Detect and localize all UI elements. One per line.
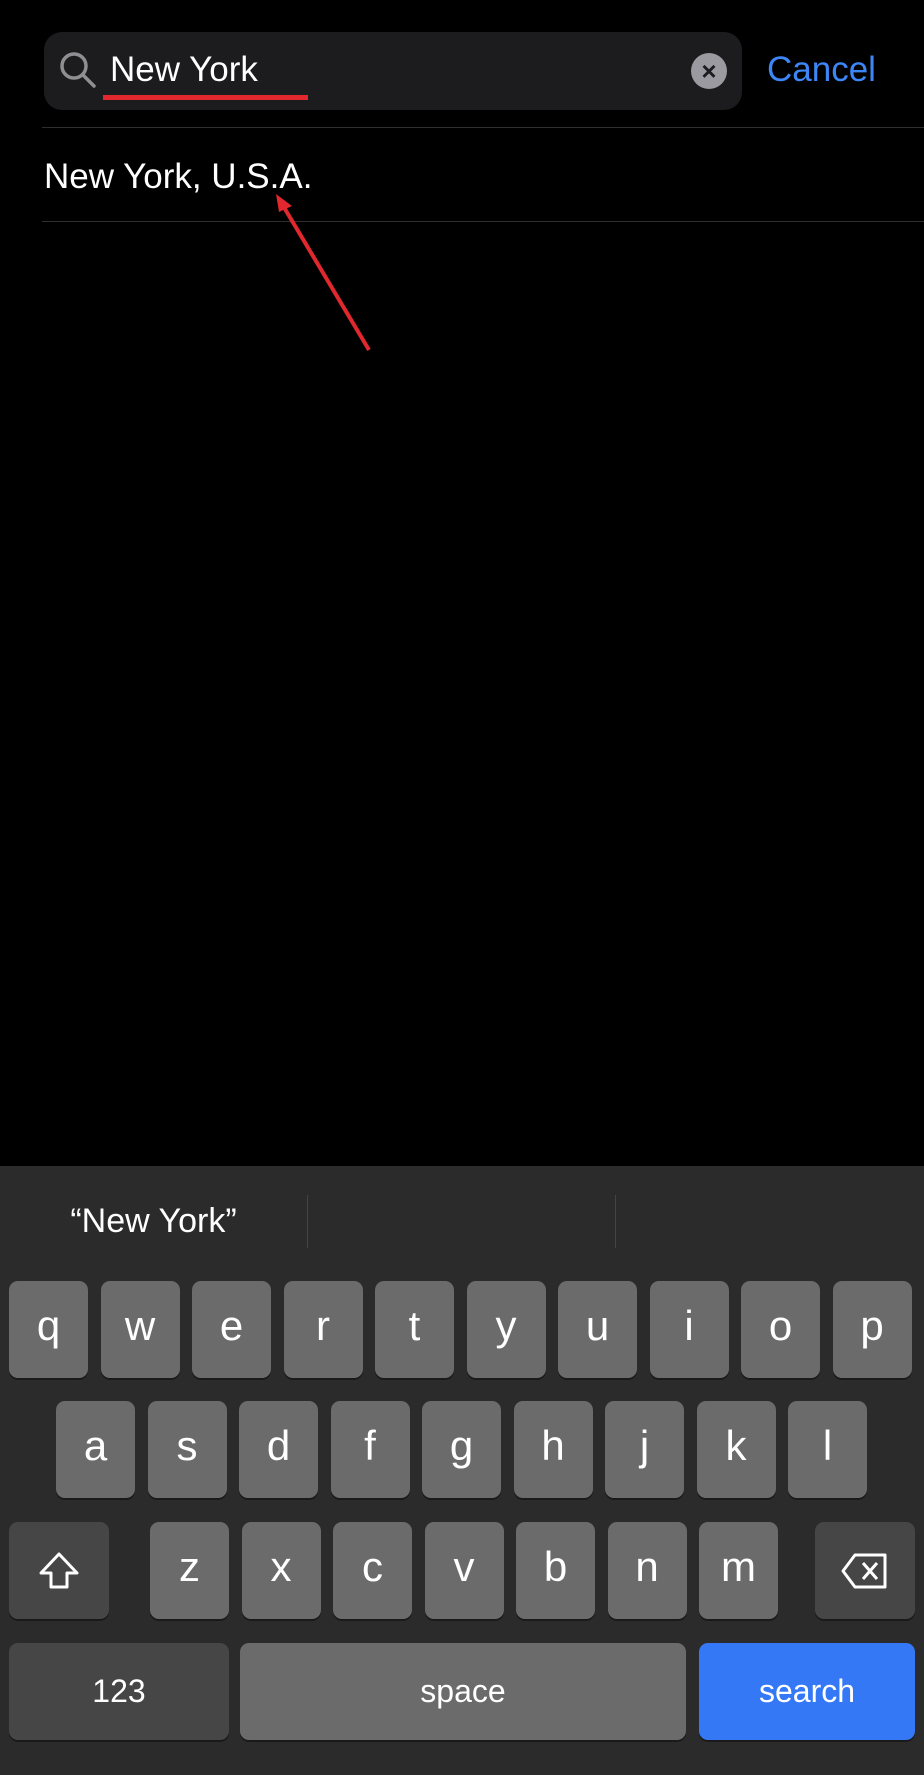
key-u[interactable]: u [558, 1281, 637, 1378]
key-t[interactable]: t [375, 1281, 454, 1378]
shift-icon [39, 1552, 79, 1589]
key-x[interactable]: x [241, 1522, 321, 1619]
search-key[interactable]: search [699, 1643, 915, 1740]
key-n[interactable]: n [607, 1522, 687, 1619]
key-d[interactable]: d [239, 1401, 318, 1498]
key-k[interactable]: k [696, 1401, 776, 1498]
key-i[interactable]: i [649, 1281, 729, 1378]
backspace-icon [841, 1553, 887, 1589]
key-v[interactable]: v [424, 1522, 504, 1619]
key-r[interactable]: r [283, 1281, 363, 1378]
key-l[interactable]: l [788, 1401, 867, 1498]
suggestion-divider [615, 1195, 616, 1248]
key-w[interactable]: w [100, 1281, 180, 1378]
key-a[interactable]: a [56, 1401, 135, 1498]
suggestion-divider [307, 1195, 308, 1248]
key-q[interactable]: q [9, 1281, 88, 1378]
key-b[interactable]: b [516, 1522, 595, 1619]
key-g[interactable]: g [422, 1401, 501, 1498]
shift-key[interactable] [9, 1522, 109, 1619]
key-j[interactable]: j [605, 1401, 684, 1498]
key-m[interactable]: m [699, 1522, 778, 1619]
annotation-arrow [276, 194, 371, 352]
key-p[interactable]: p [832, 1281, 912, 1378]
key-h[interactable]: h [513, 1401, 593, 1498]
space-key[interactable]: space [240, 1643, 686, 1740]
key-c[interactable]: c [333, 1522, 412, 1619]
key-f[interactable]: f [330, 1401, 410, 1498]
key-y[interactable]: y [466, 1281, 546, 1378]
predictive-suggestion[interactable]: “New York” [0, 1198, 307, 1244]
numbers-key[interactable]: 123 [9, 1643, 229, 1740]
delete-key[interactable] [815, 1522, 915, 1619]
key-e[interactable]: e [192, 1281, 271, 1378]
key-z[interactable]: z [150, 1522, 229, 1619]
key-s[interactable]: s [147, 1401, 227, 1498]
key-o[interactable]: o [741, 1281, 820, 1378]
